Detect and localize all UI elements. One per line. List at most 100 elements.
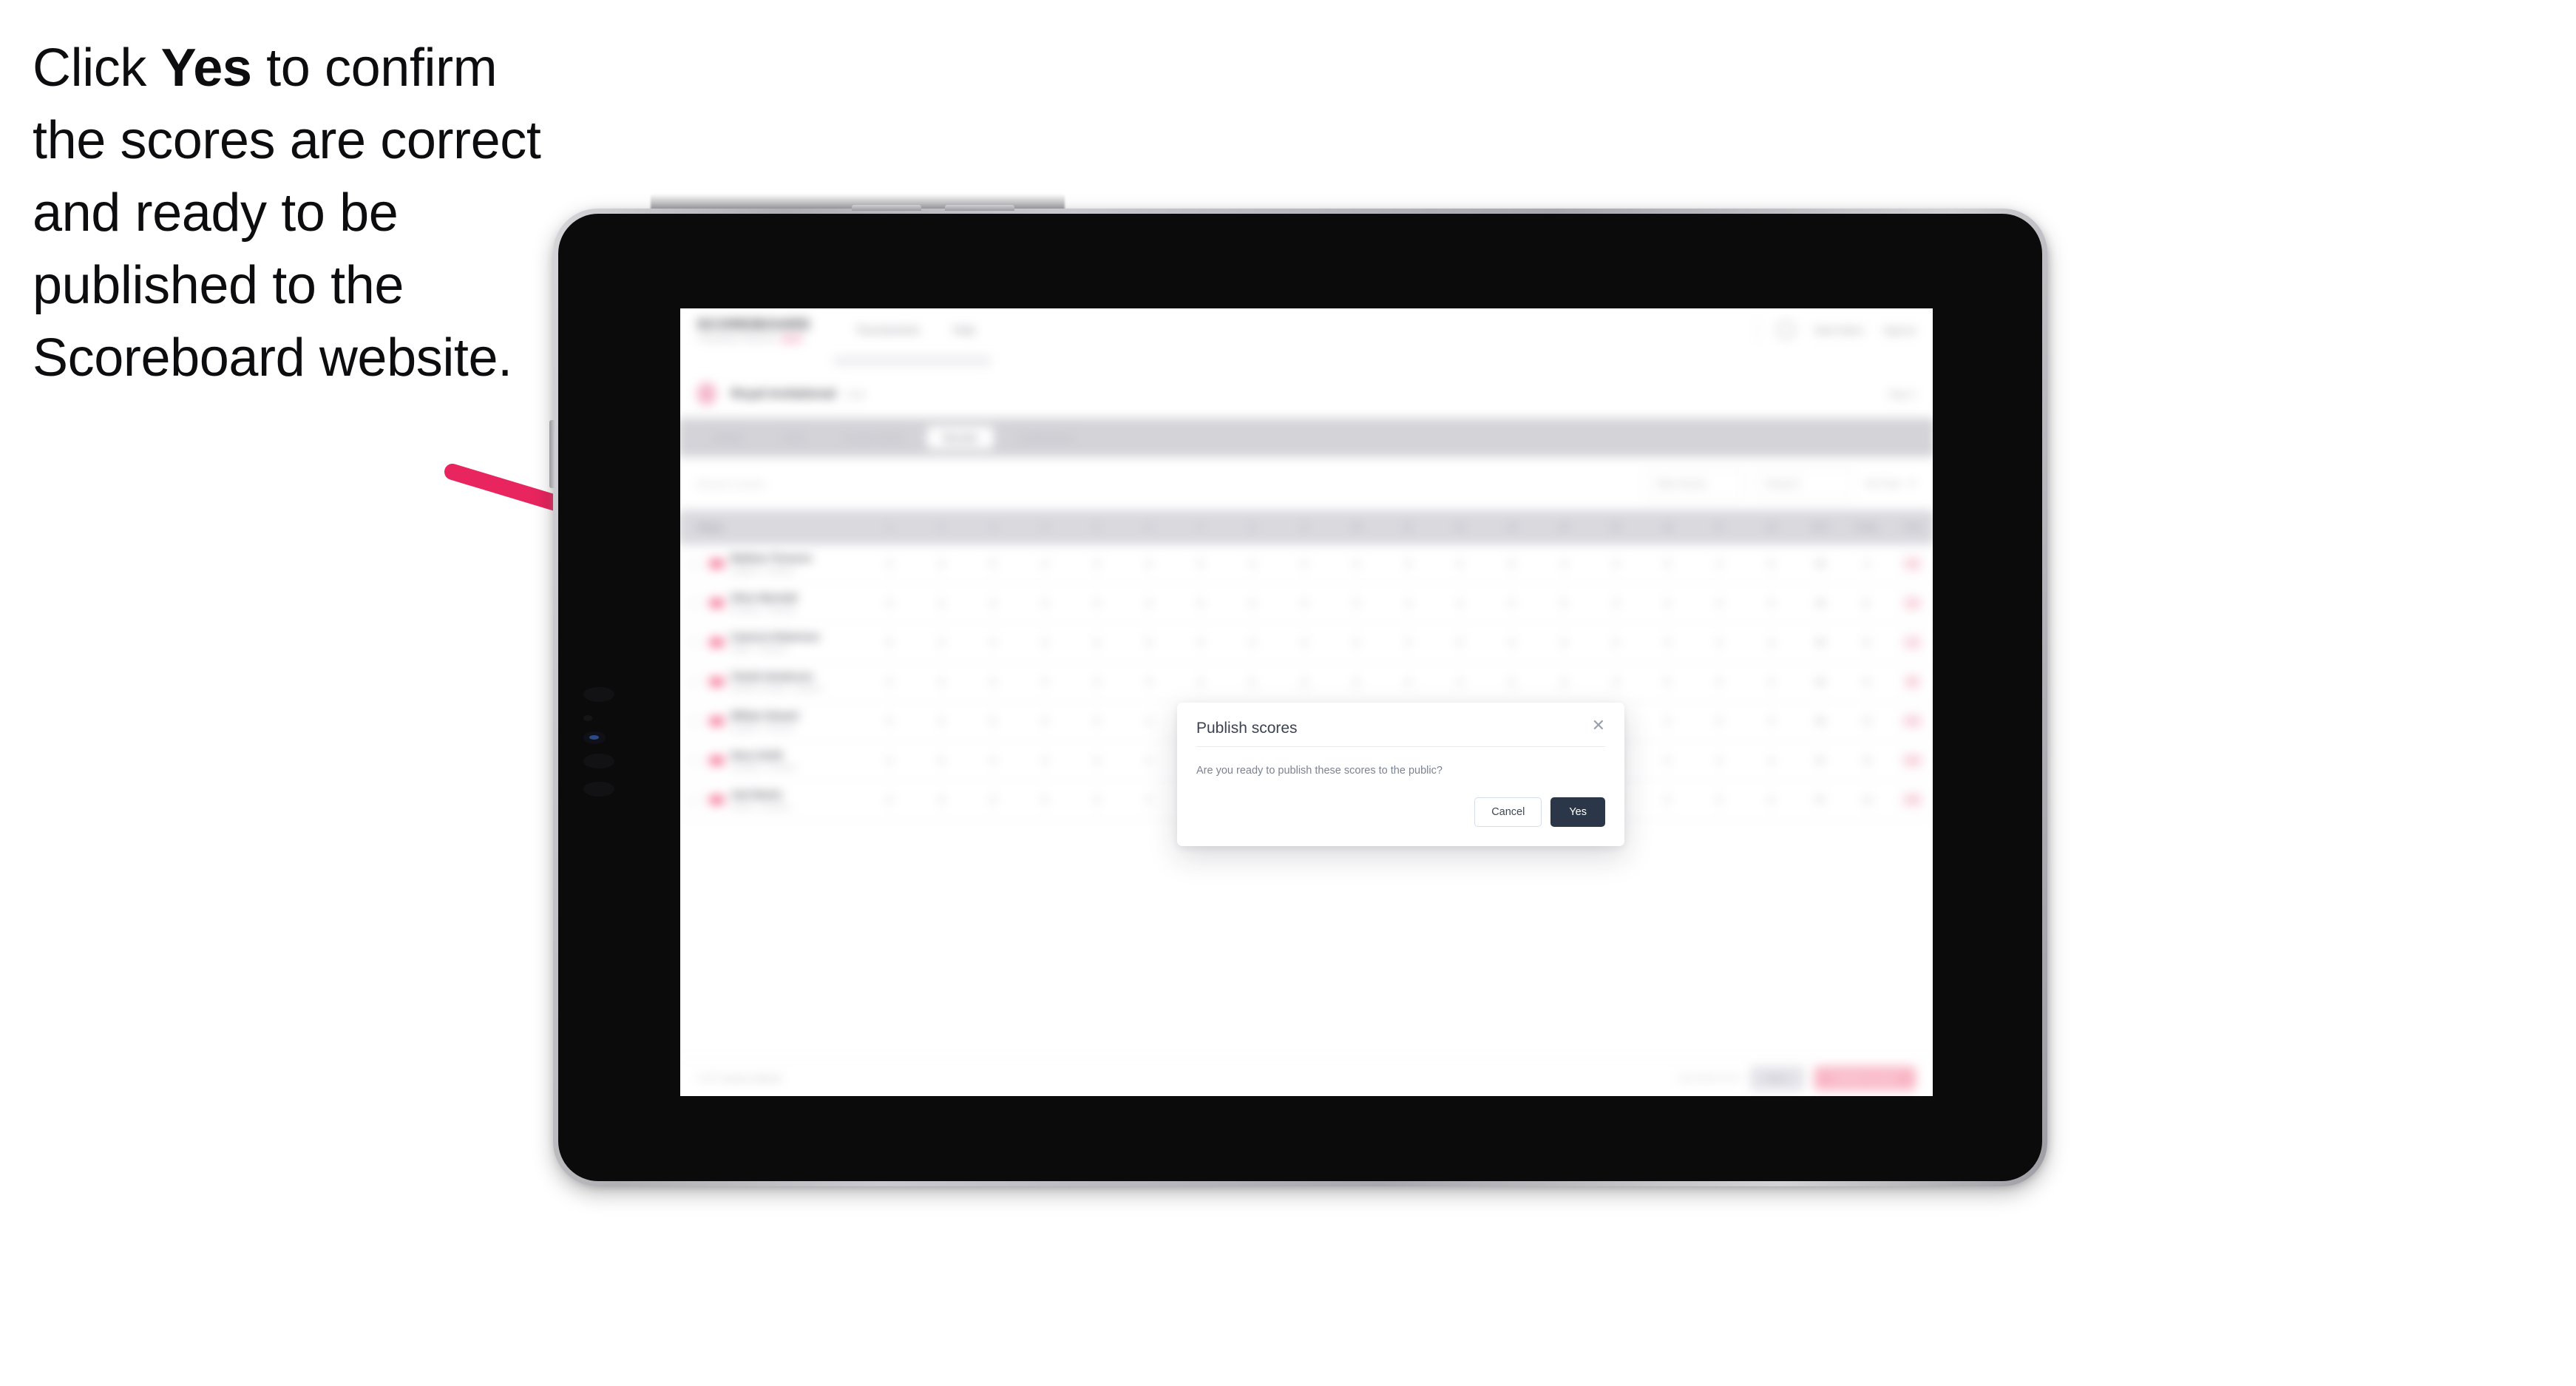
score-cell[interactable]: 4 (1434, 558, 1485, 569)
score-cell[interactable]: 4 (864, 755, 915, 765)
score-cell[interactable]: 3 (1122, 794, 1174, 805)
score-cell[interactable]: 4 (1019, 755, 1071, 765)
score-cell[interactable]: 5 (1641, 677, 1693, 687)
tab-leaderboard[interactable]: Leaderboard (1002, 426, 1089, 449)
score-cell[interactable]: 3 (1071, 638, 1122, 648)
score-cell[interactable]: 4 (1122, 558, 1174, 569)
score-cell[interactable]: 4 (1227, 638, 1278, 648)
table-row[interactable]: Cameron Robertson Wales · Amateur 5 3 4 4 3 5 4 4… (680, 623, 1933, 663)
score-cell[interactable]: 4 (864, 677, 915, 687)
score-cell[interactable]: 4 (1693, 716, 1745, 726)
nav-user-name[interactable]: Matt Dalton (1814, 324, 1864, 335)
score-cell[interactable]: 4 (1122, 598, 1174, 608)
score-cell[interactable]: 4 (1330, 677, 1382, 687)
device-volume-button[interactable] (549, 420, 555, 488)
score-cell[interactable]: 4 (1746, 677, 1797, 687)
score-cell[interactable]: 4 (1746, 755, 1797, 765)
app-logo[interactable]: SCOREBOARD TOURNAMENT MANAGER (697, 317, 811, 343)
score-cell[interactable]: 5 (1746, 558, 1797, 569)
table-row[interactable]: Charlie Henderson Northern Ireland · Amat… (680, 663, 1933, 702)
score-cell[interactable]: 3 (1641, 638, 1693, 648)
score-cell[interactable]: 4 (1693, 755, 1745, 765)
score-cell[interactable]: 4 (967, 598, 1019, 608)
score-cell[interactable]: 4 (967, 755, 1019, 765)
score-cell[interactable]: 4 (1071, 794, 1122, 805)
score-cell[interactable]: 4 (1434, 598, 1485, 608)
score-cell[interactable]: 4 (1746, 598, 1797, 608)
score-cell[interactable]: 5 (1175, 598, 1227, 608)
score-cell[interactable]: 5 (1486, 558, 1538, 569)
nav-link-tournaments[interactable]: Tournaments (855, 323, 920, 336)
tab-field[interactable]: Field (767, 426, 820, 449)
score-cell[interactable]: 3 (1019, 716, 1071, 726)
score-cell[interactable]: 4 (1641, 598, 1693, 608)
score-cell[interactable]: 4 (1330, 638, 1382, 648)
score-cell[interactable]: 4 (1693, 638, 1745, 648)
score-cell[interactable]: 4 (915, 677, 967, 687)
score-cell[interactable]: 4 (1641, 716, 1693, 726)
score-cell[interactable]: 4 (1693, 598, 1745, 608)
row-checkbox[interactable] (688, 557, 701, 570)
score-cell[interactable]: 4 (1019, 638, 1071, 648)
score-cell[interactable]: 3 (1382, 558, 1434, 569)
score-cell[interactable]: 4 (1227, 598, 1278, 608)
score-cell[interactable]: 4 (1382, 598, 1434, 608)
score-cell[interactable]: 4 (1071, 598, 1122, 608)
score-cell[interactable]: 4 (1641, 794, 1693, 805)
nav-link-help[interactable]: Help (952, 323, 975, 336)
score-cell[interactable]: 4 (967, 677, 1019, 687)
publish-scores-button[interactable]: Publish scores (1814, 1066, 1916, 1090)
score-cell[interactable]: 4 (1590, 638, 1641, 648)
score-cell[interactable]: 4 (915, 716, 967, 726)
yes-button[interactable]: Yes (1550, 797, 1605, 828)
row-checkbox[interactable] (688, 675, 701, 689)
score-cell[interactable]: 4 (915, 598, 967, 608)
score-cell[interactable]: 4 (1382, 677, 1434, 687)
row-checkbox[interactable] (688, 596, 701, 609)
score-cell[interactable]: 3 (1019, 598, 1071, 608)
score-cell[interactable]: 4 (1538, 677, 1590, 687)
score-cell[interactable]: 3 (1382, 638, 1434, 648)
score-cell[interactable]: 3 (1071, 558, 1122, 569)
close-icon[interactable]: ✕ (1592, 717, 1605, 734)
score-cell[interactable]: 4 (1538, 638, 1590, 648)
score-cell[interactable]: 4 (1278, 638, 1330, 648)
score-cell[interactable]: 4 (1330, 558, 1382, 569)
score-cell[interactable]: 5 (1641, 755, 1693, 765)
score-cell[interactable]: 4 (1434, 677, 1485, 687)
cancel-button[interactable]: Cancel (1474, 797, 1542, 828)
score-cell[interactable]: 4 (1122, 677, 1174, 687)
score-cell[interactable]: 3 (1693, 794, 1745, 805)
score-cell[interactable]: 4 (1175, 638, 1227, 648)
score-cell[interactable]: 3 (915, 558, 967, 569)
score-cell[interactable]: 4 (1538, 558, 1590, 569)
score-cell[interactable]: 4 (1486, 598, 1538, 608)
score-cell[interactable]: 5 (1538, 598, 1590, 608)
user-avatar-icon[interactable] (1777, 320, 1796, 339)
filter-scores-control[interactable]: Filter Scores (1645, 469, 1743, 498)
score-cell[interactable]: 4 (1746, 716, 1797, 726)
tab-course-setup[interactable]: Course Setup (827, 426, 919, 449)
device-top-button-b[interactable] (945, 205, 1014, 211)
score-cell[interactable]: 4 (1071, 677, 1122, 687)
score-cell[interactable]: 4 (864, 558, 915, 569)
score-cell[interactable]: 4 (1122, 755, 1174, 765)
row-checkbox[interactable] (688, 793, 701, 807)
score-cell[interactable]: 4 (1693, 558, 1745, 569)
score-cell[interactable]: 4 (967, 638, 1019, 648)
score-cell[interactable]: 4 (1746, 638, 1797, 648)
score-cell[interactable]: 5 (864, 638, 915, 648)
score-cell[interactable]: 4 (1227, 558, 1278, 569)
tab-details[interactable]: Details (697, 426, 759, 449)
score-cell[interactable]: 3 (1590, 558, 1641, 569)
row-checkbox[interactable] (688, 754, 701, 767)
score-cell[interactable]: 3 (1278, 677, 1330, 687)
score-cell[interactable]: 5 (967, 716, 1019, 726)
save-button[interactable]: Save (1749, 1066, 1804, 1090)
score-cell[interactable]: 4 (1019, 677, 1071, 687)
nav-signout[interactable]: Signout (1883, 324, 1916, 335)
score-cell[interactable]: 4 (864, 598, 915, 608)
score-cell[interactable]: 5 (1175, 558, 1227, 569)
score-cell[interactable]: 3 (1590, 598, 1641, 608)
score-cell[interactable]: 4 (1019, 558, 1071, 569)
